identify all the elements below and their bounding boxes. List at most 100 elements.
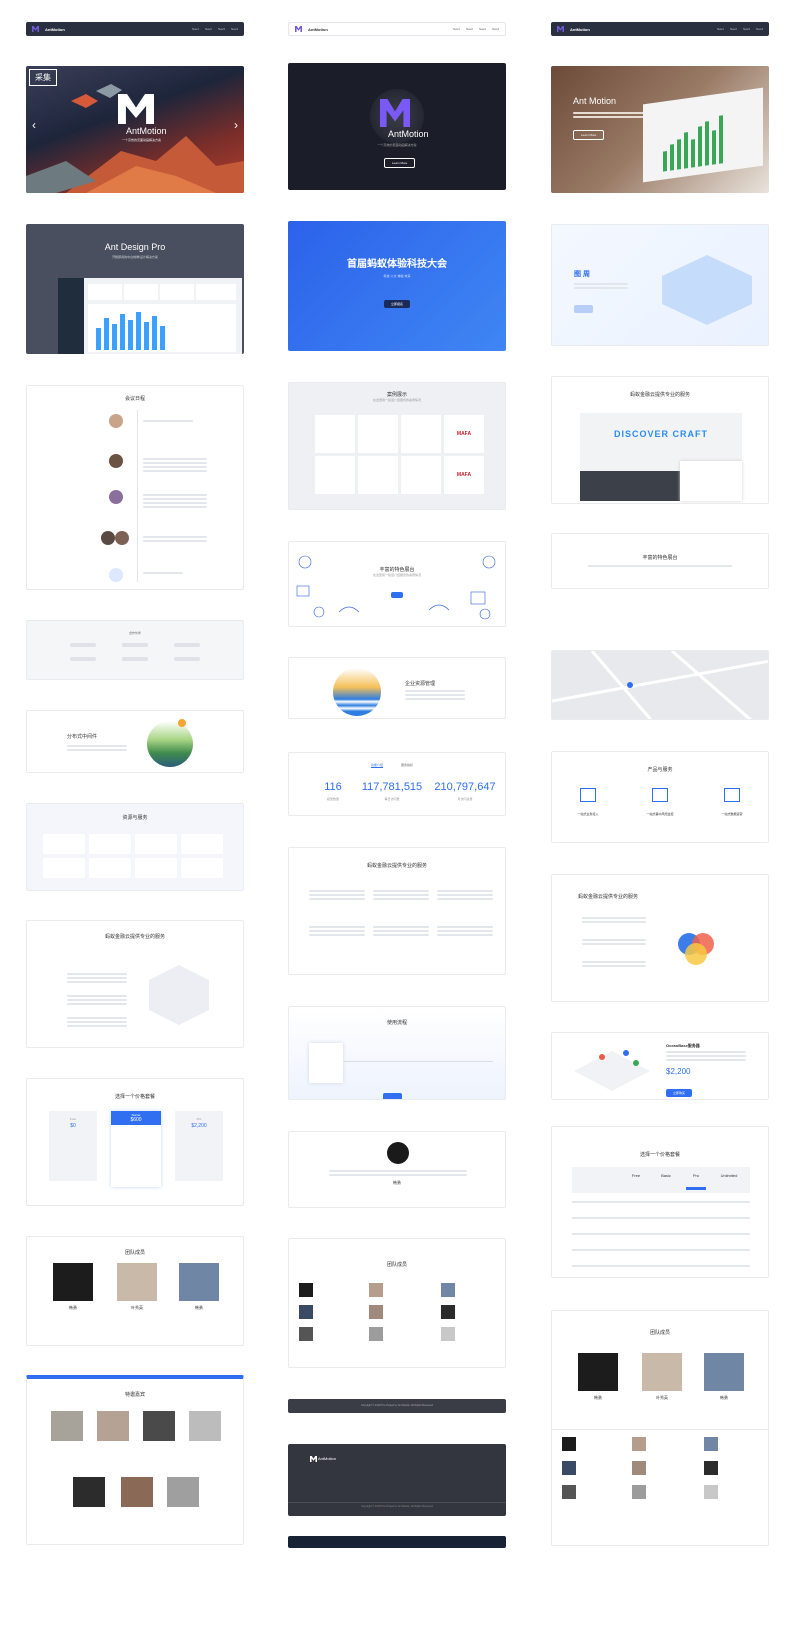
laptop-screen (643, 87, 763, 183)
prev-arrow-icon[interactable]: ‹ (32, 118, 36, 132)
nav-item[interactable]: Nav2 (730, 27, 737, 31)
next-arrow-icon[interactable]: › (234, 118, 238, 132)
map-section (551, 650, 769, 720)
banner-carousel[interactable]: 采集 AntMotion 一个高效的页面动画解决方案 ‹ › (26, 66, 244, 193)
pricing-table: 选择一个价格套餐 Free Basic Pro Unlimited (551, 1126, 769, 1278)
avatar (109, 454, 123, 468)
stat-value: 210,797,647 (434, 781, 496, 793)
banner-title: AntMotion (388, 129, 429, 139)
nav-dark-1[interactable]: AntMotion Nav1 Nav2 Nav3 Nav4 (26, 22, 244, 36)
pricing-cards: 选择一个价格套餐 Free $0 Starter $600 Pro $2,200 (26, 1078, 244, 1206)
guests-section: 特邀嘉宾 (26, 1375, 244, 1545)
conference-banner: 首届蚂蚁体验科技大会 科技·人文·体验·未来 立即报名 (288, 221, 506, 351)
bar-chart-icon (663, 115, 723, 172)
isometric-illustration (574, 1050, 650, 1091)
cases-title: 案例展示 (386, 392, 407, 398)
nav-item[interactable]: Nav2 (466, 27, 473, 31)
logo-icon (557, 26, 564, 32)
stat-value: 116 (324, 781, 342, 793)
ant-design-pro-banner: Ant Design Pro 开箱即用的中台前端/设计解决方案 (26, 224, 244, 354)
nav-dark-2[interactable]: AntMotion Nav1 Nav2 Nav3 Nav4 (551, 22, 769, 36)
member-photo (642, 1353, 682, 1391)
nav-item[interactable]: Nav3 (743, 27, 750, 31)
tab-intro[interactable]: 功能介绍 (371, 763, 384, 768)
nav-item[interactable]: Nav4 (492, 27, 499, 31)
nav-item[interactable]: Nav1 (192, 27, 199, 31)
nav-item[interactable]: Nav3 (479, 27, 486, 31)
fin-title: 蚂蚁金融云提供专业的服务 (104, 934, 165, 940)
guests-title: 特邀嘉宾 (124, 1392, 145, 1398)
case-logo[interactable]: MAFA (444, 415, 484, 453)
plan-card-starter[interactable]: Starter $600 (111, 1111, 161, 1187)
fin-title: 蚂蚁金融云提供专业的服务 (578, 894, 639, 900)
banner-dark: AntMotion 一个高效的页面动画解决方案 Learn More (288, 63, 506, 190)
fin-feature-3: 蚂蚁金融云提供专业的服务 (551, 874, 769, 1002)
avatar (101, 531, 115, 545)
case-logo[interactable]: MAFA (444, 456, 484, 494)
adp-title: Ant Design Pro (104, 242, 166, 252)
case-logo[interactable] (401, 456, 441, 494)
nav-item[interactable]: Nav4 (756, 27, 763, 31)
bar-chart-icon (88, 304, 236, 352)
nav-item[interactable]: Nav4 (231, 27, 238, 31)
banner-title: Ant Motion (573, 96, 617, 106)
buy-button[interactable]: 立即购买 (666, 1089, 693, 1097)
footer-bar-1: Copyright © 2018 The Project by Ant Moti… (288, 1399, 506, 1413)
timeline-title: 会议日程 (124, 396, 145, 402)
banner-sub: 一个高效的页面动画解决方案 (122, 138, 162, 142)
pricing-title: 选择一个价格套餐 (114, 1094, 155, 1100)
product-icon (580, 788, 596, 802)
conf-title: 首届蚂蚁体验科技大会 (347, 259, 447, 270)
city-illustration (333, 668, 381, 716)
footer-bar-2 (288, 1536, 506, 1548)
tab-metrics[interactable]: 服务指标 (401, 763, 413, 767)
nav-item[interactable]: Nav1 (717, 27, 724, 31)
case-logo[interactable] (401, 415, 441, 453)
services-title: 资源与服务 (122, 815, 148, 821)
nav-item[interactable]: Nav3 (218, 27, 225, 31)
case-logo[interactable] (358, 456, 398, 494)
plan-card-pro[interactable]: Pro $2,200 (175, 1111, 223, 1181)
banner-title: AntMotion (126, 126, 167, 136)
case-logo[interactable] (315, 456, 355, 494)
landscape-illustration (147, 721, 193, 767)
product-icon (724, 788, 740, 802)
isometric-illustration (662, 255, 752, 325)
flow-section: 使用流程 (288, 1006, 506, 1100)
craft-hero: DISCOVER CRAFT (613, 429, 708, 439)
member-photo (117, 1263, 157, 1301)
partners-logos: 合作伙伴 (26, 620, 244, 680)
case-logo[interactable] (315, 415, 355, 453)
adp-sub: 开箱即用的中台前端/设计解决方案 (112, 255, 158, 259)
learn-more-button[interactable]: Learn More (384, 158, 416, 168)
erp-feature: 企业资源管理 (288, 657, 506, 719)
register-button[interactable]: 立即报名 (383, 300, 410, 308)
member-photo (578, 1353, 618, 1391)
avatar (387, 1142, 409, 1164)
craft-title: 蚂蚁金融云提供专业的服务 (629, 392, 690, 398)
brand-name: AntMotion (45, 26, 65, 32)
nav-light[interactable]: AntMotion Nav1 Nav2 Nav3 Nav4 (288, 22, 506, 36)
stats-section: 功能介绍 服务指标 116 117,781,515 210,797,647 模型… (288, 752, 506, 816)
nav-item[interactable]: Nav1 (453, 27, 460, 31)
team-title: 团队成员 (386, 1262, 407, 1268)
dashboard-screenshot (58, 278, 242, 354)
learn-more-button[interactable]: Learn More (573, 130, 605, 140)
case-logo[interactable] (358, 415, 398, 453)
products-title: 产品与服务 (647, 767, 673, 773)
tuyuan-title: 图 周 (574, 271, 590, 278)
member-photo (179, 1263, 219, 1301)
special2-title: 丰富的特色展台 (642, 555, 678, 561)
plan-card-free[interactable]: Free $0 (49, 1111, 97, 1181)
map-illustration (552, 651, 768, 719)
craft-section: 蚂蚁金融云提供专业的服务 DISCOVER CRAFT (551, 376, 769, 504)
nav-item[interactable]: Nav2 (205, 27, 212, 31)
logo-icon (32, 26, 39, 32)
fin-feature-1: 蚂蚁金融云提供专业的服务 (26, 920, 244, 1048)
avatar (115, 531, 129, 545)
avatar (109, 490, 123, 504)
flow-title: 使用流程 (386, 1020, 407, 1026)
collect-tag: 采集 (29, 69, 57, 86)
testimonial: 韩勇 (288, 1131, 506, 1208)
erp-title: 企业资源管理 (405, 681, 436, 687)
